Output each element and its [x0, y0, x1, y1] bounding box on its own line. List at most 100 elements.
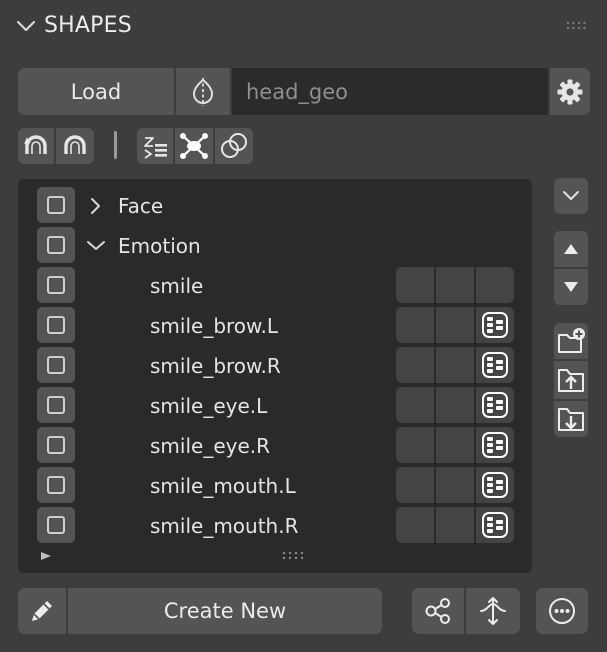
item-label: smile_brow.L	[150, 314, 279, 338]
item-cell[interactable]	[396, 307, 434, 343]
more-icon	[547, 596, 577, 626]
item-cell[interactable]	[396, 267, 434, 303]
mirror-icon	[188, 77, 218, 107]
row-checkbox[interactable]	[37, 307, 75, 343]
item-cell[interactable]	[436, 467, 474, 503]
more-options-button[interactable]	[536, 588, 588, 634]
item-cell[interactable]	[476, 267, 514, 303]
panel-header[interactable]: SHAPES	[0, 0, 607, 52]
row-checkbox[interactable]	[37, 347, 75, 383]
mirror-button[interactable]	[176, 68, 230, 115]
row-checkbox[interactable]	[37, 427, 75, 463]
chevron-right-icon[interactable]	[86, 196, 106, 216]
folder-up-button[interactable]	[554, 361, 588, 399]
row-checkbox[interactable]	[37, 187, 75, 223]
item-cells[interactable]	[396, 507, 514, 543]
pencil-icon	[27, 596, 57, 626]
driver-icon	[481, 431, 509, 459]
item-cell[interactable]	[436, 347, 474, 383]
list-item[interactable]: smile_mouth.R	[18, 499, 532, 543]
move-down-button[interactable]	[554, 269, 588, 305]
magnet-right-button[interactable]	[56, 128, 94, 164]
item-label: smile_brow.R	[150, 354, 281, 378]
magnet-right-icon	[61, 132, 89, 160]
row-checkbox[interactable]	[37, 267, 75, 303]
item-cell[interactable]	[476, 307, 514, 343]
item-label: smile_mouth.R	[150, 514, 299, 538]
magnet-left-button[interactable]	[18, 128, 54, 164]
flip-icon	[477, 596, 509, 626]
list-item[interactable]: smile_eye.L	[18, 379, 532, 423]
load-button[interactable]: Load	[18, 68, 174, 115]
item-cells[interactable]	[396, 467, 514, 503]
item-cell[interactable]	[436, 427, 474, 463]
list-group-face[interactable]: Face	[18, 179, 532, 223]
chevron-down-icon[interactable]	[16, 18, 36, 34]
item-cell[interactable]	[476, 347, 514, 383]
item-cell[interactable]	[396, 347, 434, 383]
overlap-button[interactable]	[215, 128, 253, 164]
sort-button[interactable]	[137, 128, 173, 164]
item-cell[interactable]	[436, 387, 474, 423]
add-folder-button[interactable]	[554, 323, 588, 359]
share-button[interactable]	[412, 588, 464, 634]
item-cells[interactable]	[396, 427, 514, 463]
node-button[interactable]	[175, 128, 213, 164]
list-menu-button[interactable]	[554, 178, 588, 214]
panel-title: SHAPES	[44, 13, 132, 38]
driver-icon	[481, 351, 509, 379]
list-item[interactable]: smile_brow.R	[18, 339, 532, 383]
item-label: smile_eye.R	[150, 434, 271, 458]
item-cells[interactable]	[396, 387, 514, 423]
folder-down-icon	[556, 404, 586, 434]
driver-icon	[481, 511, 509, 539]
item-cell[interactable]	[396, 427, 434, 463]
row-checkbox[interactable]	[37, 467, 75, 503]
item-cell[interactable]	[396, 507, 434, 543]
item-cell[interactable]	[476, 467, 514, 503]
item-cell[interactable]	[436, 507, 474, 543]
expand-triangle-icon[interactable]	[40, 551, 52, 561]
item-cell[interactable]	[476, 507, 514, 543]
node-icon	[179, 132, 209, 160]
mesh-name-field[interactable]: head_geo	[232, 68, 548, 115]
list-item[interactable]: smile_mouth.L	[18, 459, 532, 503]
item-cell[interactable]	[396, 467, 434, 503]
list-group-emotion[interactable]: Emotion	[18, 219, 532, 263]
list-item[interactable]: smile	[18, 259, 532, 303]
shape-list[interactable]: Face Emotion smile smile_brow.L smile_br…	[18, 179, 532, 573]
arrow-down-icon	[562, 280, 580, 294]
edit-button[interactable]	[18, 588, 66, 634]
item-cell[interactable]	[476, 427, 514, 463]
row-checkbox[interactable]	[37, 387, 75, 423]
magnet-left-icon	[22, 132, 50, 160]
resize-grip-icon[interactable]	[282, 551, 306, 561]
drag-grip-icon[interactable]	[566, 21, 588, 31]
arrow-up-icon	[562, 242, 580, 256]
item-cells[interactable]	[396, 347, 514, 383]
item-label: smile_mouth.L	[150, 474, 296, 498]
folder-down-button[interactable]	[554, 401, 588, 437]
row-checkbox[interactable]	[37, 507, 75, 543]
settings-button[interactable]	[550, 68, 590, 115]
item-cell[interactable]	[476, 387, 514, 423]
driver-icon	[481, 391, 509, 419]
item-cell[interactable]	[396, 387, 434, 423]
move-up-button[interactable]	[554, 231, 588, 267]
driver-icon	[481, 471, 509, 499]
list-item[interactable]: smile_eye.R	[18, 419, 532, 463]
overlap-circles-icon	[219, 131, 249, 161]
item-cell[interactable]	[436, 307, 474, 343]
gear-icon	[556, 78, 584, 106]
flip-button[interactable]	[466, 588, 520, 634]
item-label: smile	[150, 274, 204, 298]
item-cells[interactable]	[396, 307, 514, 343]
row-checkbox[interactable]	[37, 227, 75, 263]
item-cells[interactable]	[396, 267, 514, 303]
toolbar-separator	[114, 131, 117, 159]
group-label: Face	[118, 194, 164, 218]
create-new-button[interactable]: Create New	[68, 588, 382, 634]
list-item[interactable]: smile_brow.L	[18, 299, 532, 343]
item-cell[interactable]	[436, 267, 474, 303]
chevron-down-icon[interactable]	[86, 236, 106, 256]
